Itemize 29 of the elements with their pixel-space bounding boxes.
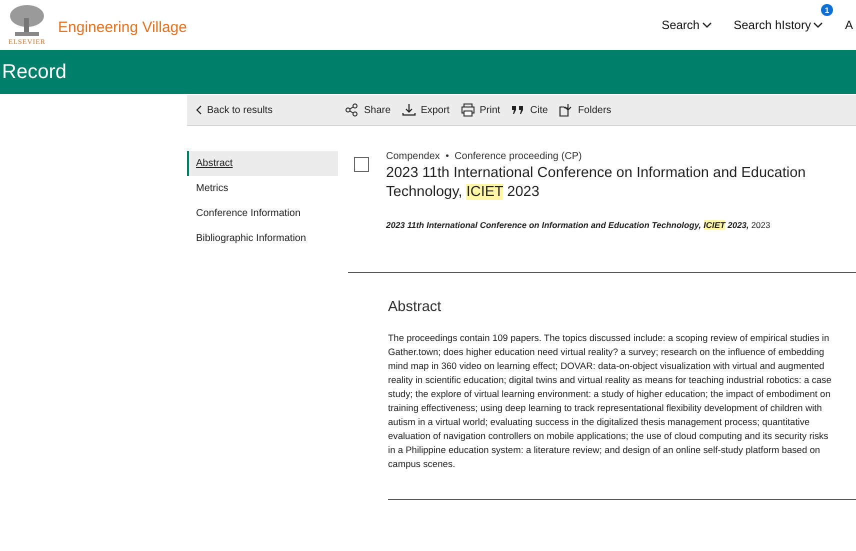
share-icon <box>345 103 359 117</box>
print-button[interactable]: Print <box>460 103 500 117</box>
sidebar-item[interactable]: Bibliographic Information <box>187 226 338 251</box>
export-button[interactable]: Export <box>402 103 450 117</box>
folder-icon <box>558 103 573 117</box>
cite-button[interactable]: Cite <box>511 103 548 117</box>
chevron-left-icon <box>196 105 202 115</box>
folders-button[interactable]: Folders <box>558 103 612 117</box>
page-title: Record <box>2 60 66 84</box>
quote-icon <box>511 103 526 117</box>
section-heading: Abstract <box>388 299 442 315</box>
notification-badge: 1 <box>820 4 833 16</box>
sidebar-item[interactable]: Metrics <box>187 176 338 201</box>
share-button[interactable]: Share <box>345 103 391 117</box>
chevron-icon <box>812 22 823 28</box>
sidebar-item[interactable]: Abstract <box>187 151 338 176</box>
record-title: 2023 11th International Conference on Information and Education Technology, ICIET 2023 <box>386 164 807 202</box>
sidebar-item[interactable]: Conference Information <box>187 201 338 226</box>
record-checkbox[interactable] <box>354 157 369 172</box>
back-button[interactable]: Back to results <box>196 104 345 116</box>
nav-menu[interactable]: Search <box>662 18 712 32</box>
tree-logo-icon <box>7 4 47 38</box>
abstract-text: The proceedings contain 109 papers. The topics discussed include: a scoping review of empirical studies in Gather.town; does higher education need virtual reality? a survey; research on the influence of embedding mind map in 360 video on learning effect; DOVAR: data-on-object visualization with virtual and augmented reality in scientific education; digital twins and virtual reality as means for teaching industrial robotics: a case study; the explore of virtual learning environment: a study of higher education; the impact of embodiment on training effectiveness; using deep learning to track representational flexibility development of children with autism in a virtual world; evaluating success in the digitalized thesis management process; quantitative evaluation of navigation controllers on mobile applications; the use of cloud computing and its security risks in a Philippine education system: a literature review; and design of an online self-study platform based on campus scenes. <box>388 332 832 471</box>
nav-menu[interactable]: A <box>844 18 853 32</box>
chevron-icon <box>702 22 712 28</box>
record-source: Compendex • Conference proceeding (CP) <box>386 151 583 162</box>
download-icon <box>402 103 416 117</box>
printer-icon <box>460 103 475 117</box>
citation: 2023 11th International Conference on Information and Education Technology, ICIET 2023, 2023 <box>386 220 772 230</box>
